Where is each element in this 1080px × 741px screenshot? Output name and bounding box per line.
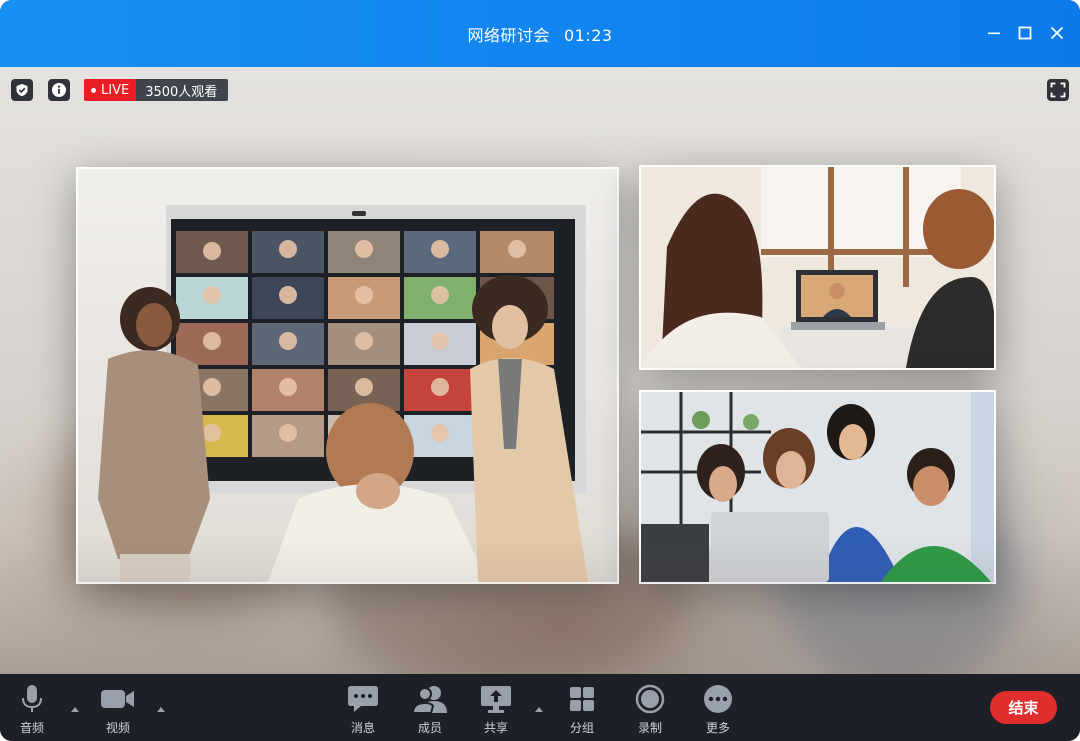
shield-icon [16, 84, 28, 97]
fullscreen-icon [1050, 82, 1066, 98]
breakout-label: 分组 [569, 721, 594, 735]
chat-button[interactable]: 消息 [341, 684, 385, 736]
chat-label: 消息 [350, 721, 375, 735]
maximize-button[interactable] [1014, 22, 1036, 44]
camera-icon [101, 690, 134, 708]
viewer-count: 3500人观看 [136, 79, 229, 101]
video-label: 视频 [105, 721, 130, 735]
live-indicator: LIVE [84, 79, 137, 101]
video-stage: LIVE 3500人观看 [0, 67, 1080, 674]
stage-top-controls: LIVE 3500人观看 [11, 79, 229, 101]
meeting-timer: 01:23 [563, 26, 613, 45]
video-feed-image [641, 392, 994, 582]
record-icon [635, 684, 665, 714]
grid-icon [570, 687, 594, 711]
record-button[interactable]: 录制 [628, 684, 672, 736]
live-dot [91, 87, 96, 93]
chat-icon [348, 686, 378, 712]
security-button[interactable] [11, 79, 33, 101]
meeting-window: 网络研讨会 01:23 LIVE 3500人观看 音频 视频 消息 成员 共享 … [0, 0, 1080, 741]
video-feed-image [641, 167, 994, 368]
participant-video-tile[interactable] [639, 390, 996, 584]
meeting-info-button[interactable] [48, 79, 70, 101]
more-button[interactable]: 更多 [696, 684, 740, 736]
caret-up-icon [157, 706, 165, 712]
info-icon [52, 83, 66, 97]
video-options-button[interactable] [156, 705, 166, 713]
members-button[interactable]: 成员 [408, 684, 452, 736]
end-meeting-button[interactable]: 结束 [990, 691, 1057, 724]
breakout-button[interactable]: 分组 [560, 684, 604, 736]
minimize-button[interactable] [983, 22, 1005, 44]
meeting-title: 网络研讨会 [467, 26, 550, 45]
caret-up-icon [71, 706, 79, 712]
minimize-icon [988, 32, 1000, 35]
meeting-toolbar: 音频 视频 消息 成员 共享 分组 录制 更多 结束 [0, 674, 1080, 741]
more-icon [704, 685, 732, 713]
close-icon [1050, 26, 1064, 40]
video-button[interactable]: 视频 [96, 684, 140, 736]
title-bar: 网络研讨会 01:23 [0, 0, 1080, 67]
share-label: 共享 [483, 721, 508, 735]
share-options-button[interactable] [534, 705, 544, 713]
live-status-badge: LIVE 3500人观看 [84, 79, 229, 101]
audio-label: 音频 [19, 721, 44, 735]
more-label: 更多 [705, 721, 730, 735]
members-label: 成员 [417, 721, 442, 735]
caret-up-icon [535, 706, 543, 712]
participant-video-tile[interactable] [639, 165, 996, 370]
members-icon [413, 686, 447, 714]
maximize-icon [1018, 26, 1032, 40]
record-label: 录制 [637, 721, 662, 735]
window-title: 网络研讨会 01:23 [0, 22, 1080, 46]
share-button[interactable]: 共享 [474, 684, 518, 736]
audio-button[interactable]: 音频 [10, 684, 54, 736]
live-label: LIVE [101, 82, 130, 98]
share-icon [481, 686, 511, 713]
close-button[interactable] [1046, 22, 1068, 44]
video-feed-image [78, 169, 617, 582]
audio-options-button[interactable] [70, 705, 80, 713]
microphone-icon [22, 685, 42, 712]
main-video-tile[interactable] [76, 167, 619, 584]
fullscreen-button[interactable] [1047, 79, 1069, 101]
